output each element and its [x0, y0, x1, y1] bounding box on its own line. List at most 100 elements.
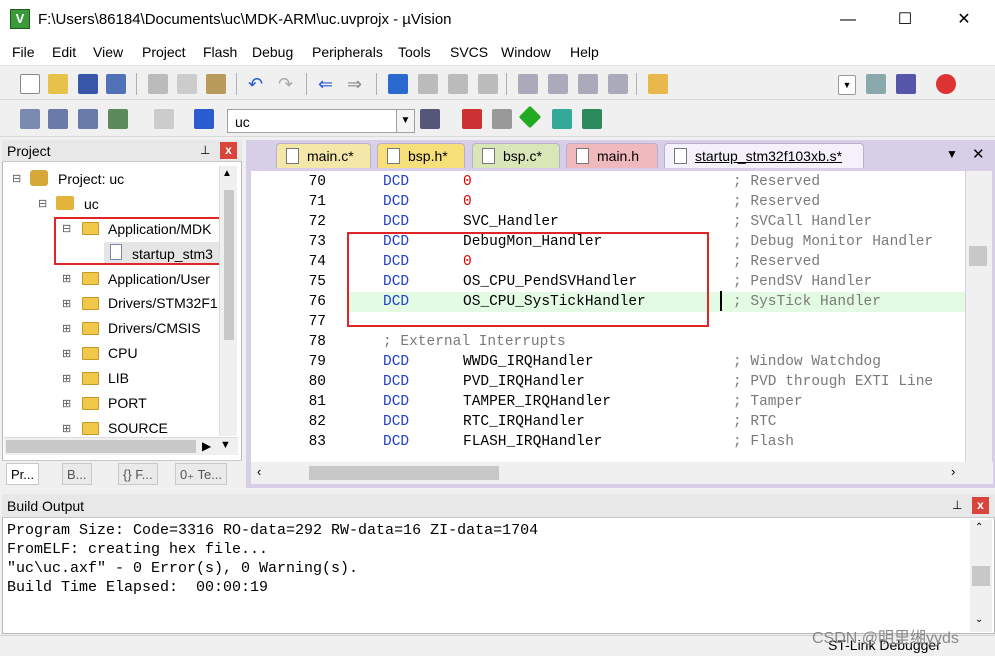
- menu-file[interactable]: File: [12, 44, 35, 60]
- pin-icon[interactable]: ⊥: [952, 498, 962, 512]
- pack-installer-icon[interactable]: [582, 109, 602, 129]
- menu-svcs[interactable]: SVCS: [450, 44, 488, 60]
- tab-bsp-c[interactable]: bsp.c*: [472, 143, 560, 168]
- open-folder-icon[interactable]: [48, 74, 68, 94]
- tree-item-target-uc[interactable]: uc: [84, 196, 99, 212]
- expand-icon[interactable]: ⊞: [62, 272, 71, 285]
- expand-icon[interactable]: ⊞: [62, 397, 71, 410]
- tab-main-c[interactable]: main.c*: [276, 143, 371, 168]
- uncomment-icon[interactable]: [608, 74, 628, 94]
- tree-item-drivers-cmsis[interactable]: Drivers/CMSIS: [108, 320, 201, 336]
- target-select[interactable]: [227, 109, 415, 133]
- stop-build-icon[interactable]: [154, 109, 174, 129]
- load-icon[interactable]: [194, 109, 214, 129]
- collapse-icon[interactable]: ⊟: [38, 197, 47, 210]
- menu-view[interactable]: View: [93, 44, 123, 60]
- prev-bookmark-icon[interactable]: [418, 74, 438, 94]
- scroll-right-icon[interactable]: ▶: [202, 439, 211, 453]
- expand-icon[interactable]: ⊞: [62, 347, 71, 360]
- tab-bsp-h[interactable]: bsp.h*: [377, 143, 465, 168]
- find-in-files-icon[interactable]: [648, 74, 668, 94]
- scroll-thumb[interactable]: [309, 466, 499, 480]
- file-extensions-icon[interactable]: [492, 109, 512, 129]
- debug-session-icon[interactable]: [936, 74, 956, 94]
- tab-project[interactable]: Pr...: [6, 463, 40, 485]
- tab-main-h[interactable]: main.h: [566, 143, 658, 168]
- editor-horizontal-scrollbar[interactable]: ‹ ›: [251, 462, 993, 484]
- menu-window[interactable]: Window: [501, 44, 551, 60]
- save-icon[interactable]: [78, 74, 98, 94]
- menu-project[interactable]: Project: [142, 44, 186, 60]
- tab-functions[interactable]: {} F...: [118, 463, 158, 485]
- select-packs-icon[interactable]: [552, 109, 572, 129]
- tree-item-application-user[interactable]: Application/User: [108, 271, 218, 287]
- scroll-thumb[interactable]: [969, 246, 987, 266]
- scroll-up-icon[interactable]: ▲: [222, 168, 232, 179]
- copy-icon[interactable]: [177, 74, 197, 94]
- menu-debug[interactable]: Debug: [252, 44, 293, 60]
- scroll-down-icon[interactable]: ⌄: [975, 614, 983, 625]
- tree-item-project[interactable]: Project: uc: [58, 171, 124, 187]
- incremental-find-icon[interactable]: [896, 74, 916, 94]
- tab-startup-s[interactable]: startup_stm32f103xb.s*: [664, 143, 864, 168]
- close-button[interactable]: ✕: [942, 6, 986, 34]
- save-all-icon[interactable]: [106, 74, 126, 94]
- nav-back-icon[interactable]: ⇐: [318, 74, 338, 94]
- comment-icon[interactable]: [578, 74, 598, 94]
- target-select-arrow-icon[interactable]: ▼: [396, 110, 414, 132]
- scroll-down-icon[interactable]: ▼: [220, 439, 231, 451]
- tree-item-drivers-stm32[interactable]: Drivers/STM32F1: [108, 295, 218, 311]
- tree-item-cpu[interactable]: CPU: [108, 345, 138, 361]
- menu-tools[interactable]: Tools: [398, 44, 431, 60]
- tab-books[interactable]: B...: [62, 463, 92, 485]
- scroll-right-icon[interactable]: ›: [951, 464, 955, 479]
- build-icon[interactable]: [48, 109, 68, 129]
- redo-icon[interactable]: ↷: [278, 74, 298, 94]
- project-horizontal-scrollbar[interactable]: ▶ ▼: [4, 437, 238, 455]
- expand-icon[interactable]: ⊞: [62, 372, 71, 385]
- tab-list-arrow-icon[interactable]: ▼: [946, 147, 958, 161]
- paste-icon[interactable]: [206, 74, 226, 94]
- target-options-icon[interactable]: [420, 109, 440, 129]
- tree-item-port[interactable]: PORT: [108, 395, 147, 411]
- find-combo-arrow-icon[interactable]: ▼: [838, 75, 856, 95]
- scroll-up-icon[interactable]: ⌃: [975, 522, 983, 533]
- clear-bookmarks-icon[interactable]: [478, 74, 498, 94]
- bookmark-icon[interactable]: [388, 74, 408, 94]
- tree-item-source[interactable]: SOURCE: [108, 420, 168, 436]
- expand-icon[interactable]: ⊞: [62, 297, 71, 310]
- unindent-icon[interactable]: [548, 74, 568, 94]
- maximize-button[interactable]: ☐: [883, 6, 927, 34]
- undo-icon[interactable]: ↶: [248, 74, 268, 94]
- next-bookmark-icon[interactable]: [448, 74, 468, 94]
- pin-icon[interactable]: ⊥: [200, 143, 210, 157]
- indent-icon[interactable]: [518, 74, 538, 94]
- menu-peripherals[interactable]: Peripherals: [312, 44, 383, 60]
- project-pane-close-button[interactable]: x: [220, 142, 237, 159]
- cut-icon[interactable]: [148, 74, 168, 94]
- build-vertical-scrollbar[interactable]: ⌃ ⌄: [970, 520, 992, 632]
- batch-build-icon[interactable]: [108, 109, 128, 129]
- manage-project-icon[interactable]: [462, 109, 482, 129]
- find-icon[interactable]: [866, 74, 886, 94]
- editor-vertical-scrollbar[interactable]: [966, 171, 992, 462]
- editor-close-icon[interactable]: ✕: [972, 145, 985, 163]
- build-output-close-button[interactable]: x: [972, 497, 989, 514]
- scroll-thumb[interactable]: [224, 190, 234, 340]
- expand-icon[interactable]: ⊞: [62, 322, 71, 335]
- collapse-icon[interactable]: ⊟: [12, 172, 21, 185]
- tab-templates[interactable]: 0₊ Te...: [175, 463, 228, 485]
- expand-icon[interactable]: ⊞: [62, 422, 71, 435]
- menu-edit[interactable]: Edit: [52, 44, 76, 60]
- manage-rte-icon[interactable]: [518, 105, 542, 129]
- nav-forward-icon[interactable]: ⇒: [347, 74, 367, 94]
- translate-icon[interactable]: [20, 109, 40, 129]
- new-file-icon[interactable]: [20, 74, 40, 94]
- rebuild-icon[interactable]: [78, 109, 98, 129]
- tree-item-lib[interactable]: LIB: [108, 370, 129, 386]
- menu-flash[interactable]: Flash: [203, 44, 237, 60]
- scroll-thumb[interactable]: [6, 440, 196, 453]
- scroll-thumb[interactable]: [972, 566, 990, 586]
- project-vertical-scrollbar[interactable]: ▲: [219, 166, 237, 436]
- menu-help[interactable]: Help: [570, 44, 599, 60]
